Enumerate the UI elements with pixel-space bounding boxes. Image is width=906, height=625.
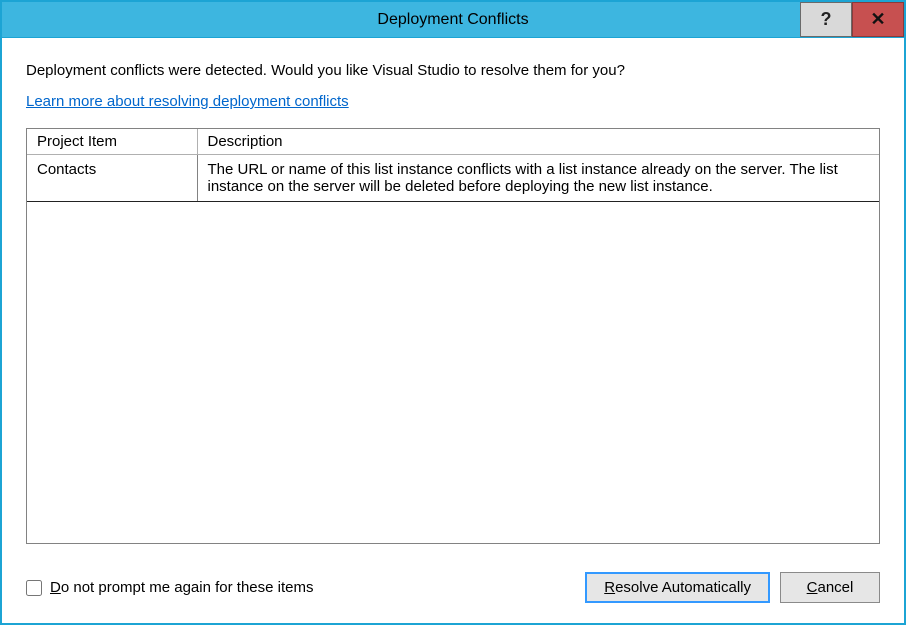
- do-not-prompt-text: Do not prompt me again for these items: [50, 579, 313, 596]
- titlebar: Deployment Conflicts ? ✕: [2, 2, 904, 38]
- resolve-automatically-button[interactable]: Resolve Automatically: [585, 572, 770, 603]
- titlebar-buttons: ? ✕: [800, 2, 904, 37]
- learn-more-link[interactable]: Learn more about resolving deployment co…: [26, 93, 880, 110]
- conflict-table-wrap: Project Item Description Contacts The UR…: [26, 128, 880, 544]
- conflict-table: Project Item Description Contacts The UR…: [27, 129, 879, 202]
- close-icon: ✕: [870, 9, 885, 30]
- button-row: Resolve Automatically Cancel: [585, 572, 880, 603]
- table-row[interactable]: Contacts The URL or name of this list in…: [27, 155, 879, 202]
- titlebar-title: Deployment Conflicts: [2, 2, 904, 38]
- cell-description: The URL or name of this list instance co…: [197, 155, 879, 202]
- dialog-content: Deployment conflicts were detected. Woul…: [2, 38, 904, 623]
- dialog-window: Deployment Conflicts ? ✕ Deployment conf…: [0, 0, 906, 625]
- cancel-button[interactable]: Cancel: [780, 572, 880, 603]
- footer-row: Do not prompt me again for these items R…: [26, 572, 880, 603]
- do-not-prompt-label[interactable]: Do not prompt me again for these items: [26, 579, 313, 596]
- help-icon: ?: [821, 9, 832, 30]
- help-button[interactable]: ?: [800, 2, 852, 37]
- intro-text: Deployment conflicts were detected. Woul…: [26, 62, 880, 79]
- cell-project: Contacts: [27, 155, 197, 202]
- do-not-prompt-checkbox[interactable]: [26, 580, 42, 596]
- close-button[interactable]: ✕: [852, 2, 904, 37]
- col-header-description[interactable]: Description: [197, 129, 879, 155]
- col-header-project[interactable]: Project Item: [27, 129, 197, 155]
